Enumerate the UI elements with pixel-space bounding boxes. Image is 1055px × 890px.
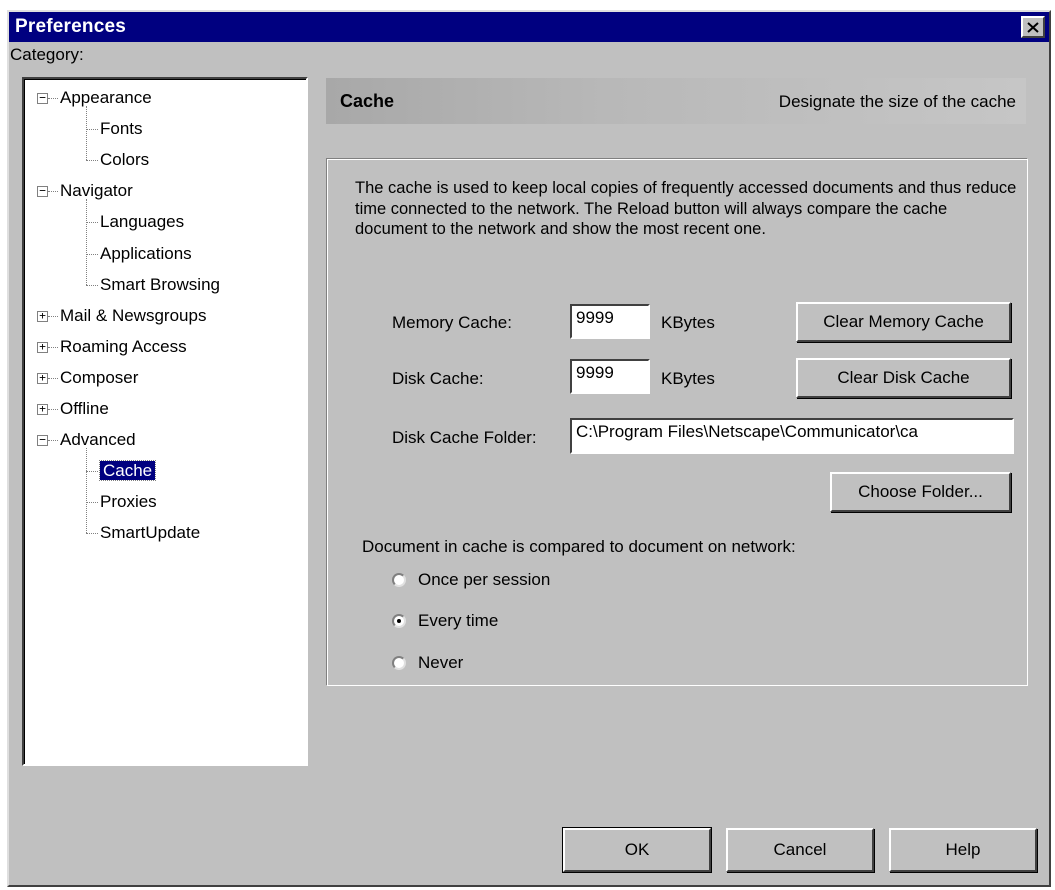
tree-item[interactable]: Fonts (100, 117, 143, 141)
panel-description: Designate the size of the cache (778, 92, 1016, 111)
radio-every-time-label: Every time (418, 611, 499, 630)
radio-every-time[interactable]: Every time (392, 608, 498, 634)
category-tree[interactable]: − Appearance Fonts Colors − Navigator Language… (22, 77, 308, 766)
tree-connector (86, 533, 98, 535)
tree-item[interactable]: Languages (100, 210, 184, 234)
tree-item[interactable]: Proxies (100, 490, 157, 514)
tree-item-label: Composer (60, 367, 139, 387)
window-title: Preferences (15, 16, 126, 37)
tree-connector (86, 253, 98, 255)
clear-disk-cache-button[interactable]: Clear Disk Cache (796, 358, 1011, 398)
memory-cache-unit: KBytes (661, 313, 715, 332)
tree-item[interactable]: Appearance (60, 86, 152, 110)
title-bar[interactable]: Preferences (9, 12, 1049, 42)
cache-explanation: The cache is used to keep local copies o… (355, 179, 1017, 238)
collapse-icon[interactable]: − (37, 434, 48, 447)
tree-connector (86, 471, 98, 473)
tree-connector (86, 502, 98, 504)
tree-item-label: Smart Browsing (100, 274, 220, 294)
radio-once-per-session[interactable]: Once per session (392, 567, 550, 593)
tree-item-label: Proxies (100, 492, 157, 512)
choose-folder-button[interactable]: Choose Folder... (830, 472, 1011, 512)
collapse-icon[interactable]: − (37, 92, 48, 104)
cancel-button[interactable]: Cancel (726, 828, 874, 872)
tree-connector (48, 377, 58, 379)
disk-cache-label: Disk Cache: (392, 369, 484, 388)
radio-never-label: Never (418, 653, 464, 672)
help-button[interactable]: Help (889, 828, 1037, 872)
tree-connector (86, 284, 98, 286)
tree-item-label: Mail & Newsgroups (60, 305, 207, 325)
tree-item-label: Advanced (60, 430, 136, 450)
tree-item[interactable]: Offline (60, 397, 109, 421)
radio-button-icon[interactable] (392, 656, 406, 670)
disk-cache-input[interactable]: 9999 (570, 359, 650, 394)
tree-item-label: Languages (100, 212, 185, 232)
expand-icon[interactable]: + (37, 403, 48, 415)
tree-connector (48, 440, 58, 442)
collapse-icon[interactable]: − (37, 185, 48, 198)
tree-connector (86, 160, 98, 162)
tree-item-label: SmartUpdate (100, 523, 201, 543)
ok-button[interactable]: OK (562, 827, 712, 873)
category-label: Category: (10, 45, 84, 64)
tree-item-label: Roaming Access (60, 336, 187, 356)
tree-item[interactable]: Advanced (60, 428, 136, 452)
radio-once-per-session-label: Once per session (418, 570, 551, 589)
disk-cache-folder-label: Disk Cache Folder: (392, 428, 537, 447)
tree-connector (86, 106, 87, 161)
tree-item[interactable]: Applications (100, 242, 192, 266)
disk-cache-folder-input[interactable]: C:\Program Files\Netscape\Communicator\c… (570, 418, 1014, 454)
tree-item[interactable]: Composer (60, 366, 138, 390)
close-button[interactable] (1021, 16, 1045, 38)
tree-connector (86, 448, 87, 534)
tree-connector (48, 191, 58, 193)
tree-item-label: Colors (100, 150, 150, 170)
tree-item[interactable]: Cache (98, 459, 157, 483)
tree-connector (48, 409, 58, 410)
clear-memory-cache-button[interactable]: Clear Memory Cache (796, 302, 1011, 342)
tree-connector (86, 199, 87, 285)
panel-title: Cache (340, 91, 395, 111)
close-icon (1027, 21, 1039, 33)
disk-cache-unit: KBytes (661, 369, 715, 388)
tree-item-label: Cache (98, 460, 157, 482)
radio-never[interactable]: Never (392, 650, 463, 676)
tree-item[interactable]: Colors (100, 148, 149, 172)
tree-item[interactable]: SmartUpdate (100, 521, 200, 545)
tree-item[interactable]: Mail & Newsgroups (60, 304, 206, 328)
compare-label: Document in cache is compared to documen… (362, 537, 796, 556)
tree-item-label: Applications (100, 243, 192, 263)
tree-item[interactable]: Smart Browsing (100, 273, 220, 297)
tree-item[interactable]: Navigator (60, 179, 133, 203)
tree-item[interactable]: Roaming Access (60, 335, 187, 359)
tree-connector (48, 98, 58, 99)
tree-connector (86, 129, 98, 131)
radio-button-checked-icon[interactable] (392, 614, 406, 628)
tree-item-label: Navigator (60, 181, 133, 201)
expand-icon[interactable]: + (37, 310, 48, 322)
tree-item-label: Appearance (60, 88, 152, 107)
tree-connector (48, 346, 58, 348)
memory-cache-label: Memory Cache: (392, 313, 512, 332)
expand-icon[interactable]: + (37, 372, 48, 384)
panel-header: Cache Designate the size of the cache (326, 78, 1026, 124)
radio-button-icon[interactable] (392, 573, 406, 587)
tree-item-label: Fonts (100, 119, 143, 139)
tree-connector (48, 315, 58, 317)
tree-connector (86, 222, 98, 224)
memory-cache-input[interactable]: 9999 (570, 304, 650, 339)
tree-item-label: Offline (60, 399, 109, 418)
expand-icon[interactable]: + (37, 341, 48, 353)
